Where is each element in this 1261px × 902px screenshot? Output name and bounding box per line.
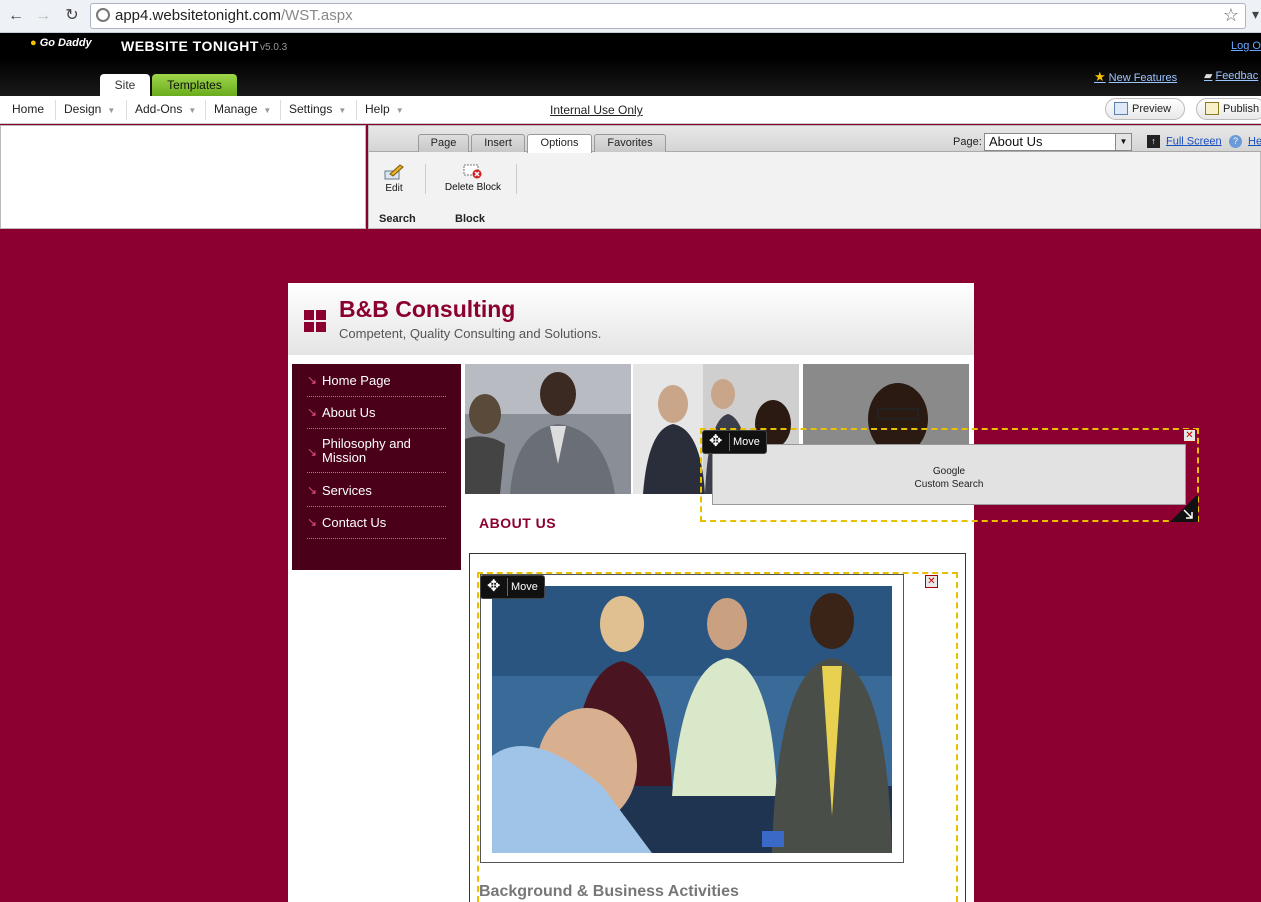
group-label-block: Block xyxy=(455,213,485,225)
wrench-icon[interactable]: ▾ xyxy=(1252,6,1259,23)
group-label-search: Search xyxy=(379,213,416,225)
chevron-down-icon: ▼ xyxy=(1115,134,1131,150)
site-nav: ↘ Home Page ↘ About Us ↘ Philosophy and Mis… xyxy=(292,364,461,570)
app-header: ● Go Daddy WEBSITE TONIGHT v5.0.3 Log O … xyxy=(0,33,1261,96)
left-editor-panel xyxy=(0,125,366,229)
back-arrow-icon[interactable]: ← xyxy=(6,6,26,26)
help-icon: ? xyxy=(1229,135,1242,148)
chevron-down-icon: ▼ xyxy=(338,106,347,115)
delete-block-icon xyxy=(463,164,482,179)
tab-page[interactable]: Page xyxy=(418,134,469,152)
chevron-down-icon: ▼ xyxy=(263,106,272,115)
preview-icon xyxy=(1114,102,1128,115)
group-divider xyxy=(425,164,426,194)
options-panel: Page Insert Options Favorites Page: Abou… xyxy=(368,125,1261,229)
globe-icon xyxy=(96,8,110,22)
site-tagline: Competent, Quality Consulting and Soluti… xyxy=(339,326,602,341)
group-divider xyxy=(516,164,517,194)
menu-design[interactable]: Design ▼ xyxy=(64,102,115,116)
arrow-icon: ↘ xyxy=(307,373,318,387)
page-select[interactable]: About Us ▼ xyxy=(984,133,1132,151)
custom-search-label: Custom Search xyxy=(914,479,984,490)
nav-home-page[interactable]: ↘ Home Page xyxy=(307,373,446,397)
logout-link[interactable]: Log O xyxy=(1231,40,1261,52)
about-heading: ABOUT US xyxy=(479,515,557,531)
menu-divider xyxy=(280,100,281,120)
app-version: v5.0.3 xyxy=(260,42,288,53)
menu-addons[interactable]: Add-Ons ▼ xyxy=(135,102,196,116)
tab-favorites[interactable]: Favorites xyxy=(594,134,666,152)
arrow-icon: ↘ xyxy=(307,405,318,419)
browser-toolbar: ← → ↻ app4.websitetonight.com/WST.aspx ☆… xyxy=(0,0,1261,33)
tab-site[interactable]: Site xyxy=(100,74,150,96)
pencil-icon xyxy=(384,164,404,180)
move-arrows-icon: ✥ xyxy=(709,433,723,450)
publish-icon xyxy=(1205,102,1219,115)
expand-icon: ↑ xyxy=(1147,135,1160,148)
star-icon: ★ xyxy=(1094,69,1106,84)
godaddy-logo: ● Go Daddy xyxy=(30,37,92,49)
menu-settings[interactable]: Settings ▼ xyxy=(289,102,346,116)
site-header: B&B Consulting Competent, Quality Consul… xyxy=(288,283,974,355)
preview-button[interactable]: Preview xyxy=(1105,98,1185,120)
url-host: app4.websitetonight.com xyxy=(115,7,281,24)
tab-insert[interactable]: Insert xyxy=(471,134,525,152)
google-label: Google xyxy=(932,466,966,477)
address-bar[interactable]: app4.websitetonight.com/WST.aspx xyxy=(90,3,1246,29)
bookmark-star-icon[interactable]: ☆ xyxy=(1223,5,1239,26)
full-screen-link[interactable]: ↑ Full Screen xyxy=(1147,135,1222,148)
close-icon[interactable]: ✕ xyxy=(925,575,938,588)
nav-services[interactable]: ↘ Services xyxy=(307,483,446,507)
new-features-link[interactable]: ★ New Features xyxy=(1094,69,1177,85)
site-logo-icon xyxy=(304,310,326,332)
menu-help[interactable]: Help ▼ xyxy=(365,102,404,116)
chevron-down-icon: ▼ xyxy=(107,106,116,115)
nav-contact-us[interactable]: ↘ Contact Us xyxy=(307,515,446,539)
speech-bubble-icon: ▰ xyxy=(1204,70,1213,82)
menu-divider xyxy=(356,100,357,120)
tab-templates[interactable]: Templates xyxy=(152,74,237,96)
ribbon-tabs: Page Insert Options Favorites Page: Abou… xyxy=(369,126,1261,153)
arrow-icon: ↘ xyxy=(307,445,318,459)
nav-philosophy[interactable]: ↘ Philosophy and Mission xyxy=(307,437,446,473)
menu-divider xyxy=(126,100,127,120)
move-button[interactable]: ✥ Move xyxy=(480,575,545,599)
main-menu: Home Design ▼ Add-Ons ▼ Manage ▼ Settings ▼ … xyxy=(0,96,1261,124)
site-title: B&B Consulting xyxy=(339,296,516,322)
resize-handle-icon[interactable] xyxy=(1170,494,1198,522)
edit-tool-button[interactable]: Edit xyxy=(381,164,407,194)
close-icon[interactable]: ✕ xyxy=(1183,429,1196,442)
tab-options[interactable]: Options xyxy=(527,134,592,153)
app-title: WEBSITE TONIGHT xyxy=(121,38,259,54)
internal-use-link[interactable]: Internal Use Only xyxy=(550,103,643,117)
help-link[interactable]: ? He xyxy=(1229,135,1261,148)
page-label: Page: xyxy=(953,136,982,148)
arrow-icon: ↘ xyxy=(307,483,318,497)
url-path: /WST.aspx xyxy=(280,7,353,24)
arrow-icon: ↘ xyxy=(307,515,318,529)
chevron-down-icon: ▼ xyxy=(395,106,404,115)
menu-home[interactable]: Home xyxy=(12,102,44,116)
delete-block-button[interactable]: Delete Block xyxy=(443,164,503,193)
move-button[interactable]: ✥ Move xyxy=(702,430,767,454)
nav-about-us[interactable]: ↘ About Us xyxy=(307,405,446,429)
move-arrows-icon: ✥ xyxy=(487,578,501,595)
image-block-outline xyxy=(477,572,958,902)
menu-manage[interactable]: Manage ▼ xyxy=(214,102,271,116)
menu-divider xyxy=(55,100,56,120)
forward-arrow-icon[interactable]: → xyxy=(33,6,53,26)
publish-button[interactable]: Publish xyxy=(1196,98,1261,120)
google-custom-search-block[interactable]: Google Custom Search xyxy=(712,444,1186,505)
menu-divider xyxy=(205,100,206,120)
feedback-link[interactable]: ▰ Feedbac xyxy=(1204,69,1258,82)
header-photo xyxy=(465,364,631,494)
reload-icon[interactable]: ↻ xyxy=(62,6,82,26)
chevron-down-icon: ▼ xyxy=(188,106,197,115)
